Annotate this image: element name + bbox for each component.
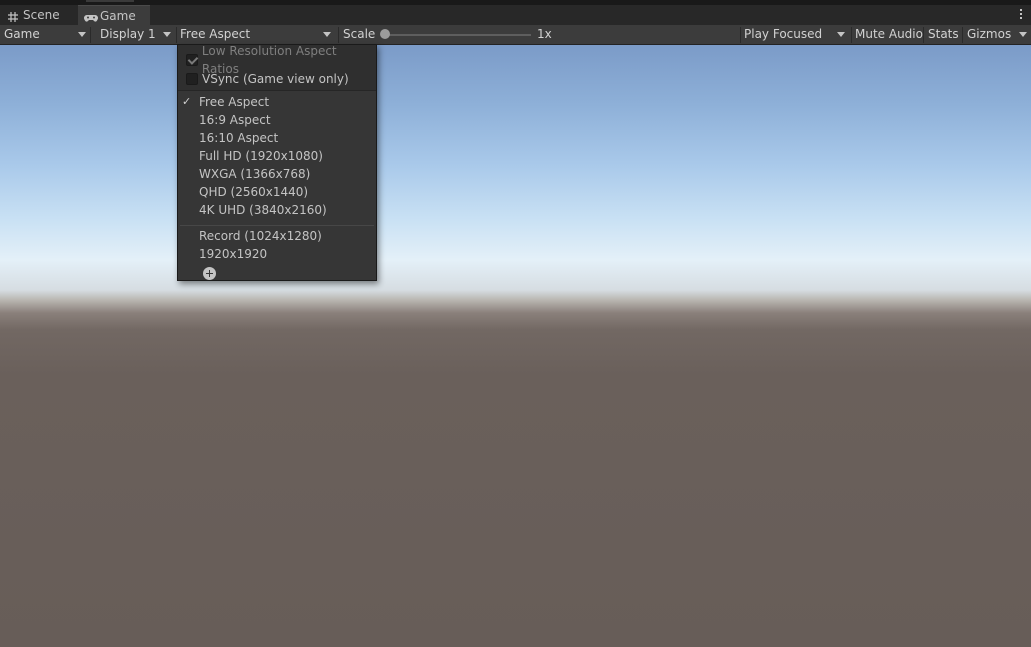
grid-icon [7,9,19,22]
chevron-down-icon [163,32,171,37]
chevron-down-icon [78,32,86,37]
more-options-icon[interactable] [1019,7,1023,21]
aspect-item-wxga[interactable]: WXGA (1366x768) [199,165,310,183]
low-res-checkbox[interactable] [186,54,198,66]
divider [923,27,924,43]
vsync-option[interactable]: VSync (Game view only) [186,70,349,88]
divider [338,27,339,43]
divider [740,27,741,43]
aspect-label: Free Aspect [180,27,251,41]
add-aspect-icon[interactable] [203,267,216,280]
game-viewport[interactable] [0,45,1031,647]
aspect-item-4k-uhd[interactable]: 4K UHD (3840x2160) [199,201,327,219]
display-dropdown[interactable]: Display 1 [100,25,174,44]
aspect-item-16-10[interactable]: 16:10 Aspect [199,129,278,147]
vsync-label: VSync (Game view only) [202,72,349,86]
stats-button[interactable]: Stats [928,25,959,44]
aspect-dropdown-menu: Low Resolution Aspect Ratios VSync (Game… [177,44,377,281]
divider [851,27,852,43]
divider [962,27,963,43]
divider [176,27,177,43]
vsync-checkbox[interactable] [186,73,198,85]
tab-game-label: Game [100,8,136,23]
game-toolbar: Game Display 1 Free Aspect Scale 1x Play… [0,25,1031,45]
low-res-option[interactable]: Low Resolution Aspect Ratios [186,44,376,76]
menu-divider [180,225,374,226]
gizmos-label: Gizmos [967,27,1012,41]
aspect-item-1920x1920[interactable]: 1920x1920 [199,245,267,263]
tab-scene-label: Scene [23,8,60,22]
scale-slider-handle[interactable] [380,29,390,39]
mute-audio-button[interactable]: Mute Audio [855,25,923,44]
aspect-item-full-hd[interactable]: Full HD (1920x1080) [199,147,323,165]
scale-slider-track[interactable] [387,34,531,36]
gamepad-icon [83,10,99,22]
gizmos-dropdown[interactable]: Gizmos [967,25,1031,44]
drag-handle[interactable] [86,0,134,2]
chevron-down-icon [323,32,331,37]
play-mode-dropdown[interactable]: Play Focused [744,25,850,44]
aspect-item-qhd[interactable]: QHD (2560x1440) [199,183,308,201]
chevron-down-icon [1019,32,1027,37]
scale-value: 1x [537,27,552,41]
play-mode-label: Play Focused [744,27,823,41]
display-label: Display 1 [100,27,156,41]
tab-bar: Scene Game [0,5,1031,26]
aspect-menu-options: Low Resolution Aspect Ratios VSync (Game… [178,44,376,91]
selected-check-icon: ✓ [182,95,192,108]
aspect-item-16-9[interactable]: 16:9 Aspect [199,111,271,129]
divider [90,27,91,43]
tab-game[interactable]: Game [78,5,150,25]
chevron-down-icon [837,32,845,37]
view-mode-label: Game [4,27,40,41]
aspect-item-record[interactable]: Record (1024x1280) [199,227,322,245]
tab-scene[interactable]: Scene [0,5,78,25]
view-mode-dropdown[interactable]: Game [4,25,90,44]
aspect-item-free[interactable]: Free Aspect [199,93,269,111]
